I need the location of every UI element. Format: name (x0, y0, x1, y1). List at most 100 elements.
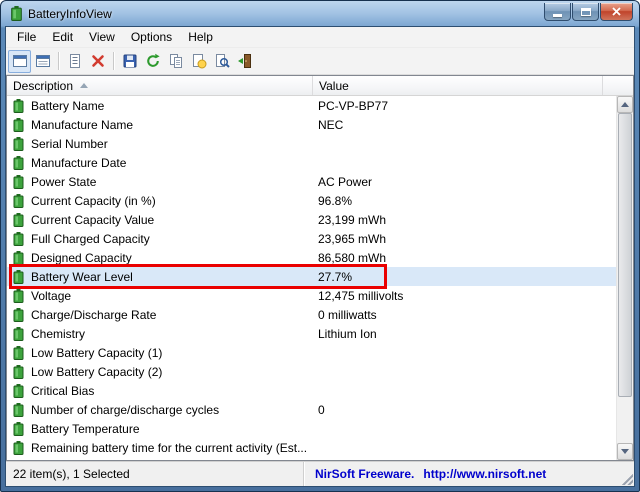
show-battery-log-button[interactable] (31, 50, 54, 73)
row-description-cell: Power State (7, 175, 313, 189)
table-row[interactable]: Low Battery Capacity (2) (7, 362, 616, 381)
row-description-cell: Manufacture Date (7, 156, 313, 170)
refresh-button[interactable] (141, 50, 164, 73)
show-battery-info-button[interactable] (8, 50, 31, 73)
status-bar: 22 item(s), 1 Selected NirSoft Freeware.… (6, 461, 634, 486)
table-row[interactable]: Battery Wear Level 27.7% (7, 267, 616, 286)
html-report-button[interactable] (187, 50, 210, 73)
battery-item-icon (13, 213, 24, 227)
table-row[interactable]: Designed Capacity 86,580 mWh (7, 248, 616, 267)
battery-item-icon (13, 346, 24, 360)
row-description-cell: Manufacture Name (7, 118, 313, 132)
battery-item-icon (13, 156, 24, 170)
battery-item-icon (13, 270, 24, 284)
properties-button[interactable] (63, 50, 86, 73)
row-value: 27.7% (313, 270, 616, 284)
battery-item-icon (13, 99, 24, 113)
row-description-cell: Low Battery Capacity (1) (7, 346, 313, 360)
row-value: NEC (313, 118, 616, 132)
scrollbar-thumb[interactable] (618, 113, 632, 397)
delete-button[interactable] (86, 50, 109, 73)
status-right-pane: NirSoft Freeware. http://www.nirsoft.net (304, 462, 634, 486)
sort-ascending-icon (80, 83, 88, 88)
row-value: 23,965 mWh (313, 232, 616, 246)
scrollbar-track[interactable] (617, 113, 633, 443)
row-value: 96.8% (313, 194, 616, 208)
battery-item-icon (13, 232, 24, 246)
column-header-description-label: Description (13, 79, 73, 93)
row-description: Current Capacity Value (31, 213, 154, 227)
scroll-up-button[interactable] (617, 96, 633, 113)
battery-item-icon (13, 118, 24, 132)
row-description: Low Battery Capacity (2) (31, 365, 162, 379)
row-description: Voltage (31, 289, 71, 303)
menu-bar: File Edit View Options Help (6, 27, 634, 48)
refresh-icon (145, 53, 161, 69)
menu-help[interactable]: Help (180, 28, 221, 46)
copy-icon (168, 53, 184, 69)
menu-options[interactable]: Options (123, 28, 180, 46)
row-description: Critical Bias (31, 384, 94, 398)
column-header-description[interactable]: Description (7, 76, 313, 95)
html-report-icon (191, 53, 207, 69)
nirsoft-website-link[interactable]: http://www.nirsoft.net (423, 467, 546, 481)
menu-file[interactable]: File (9, 28, 44, 46)
row-description: Designed Capacity (31, 251, 132, 265)
row-value: PC-VP-BP77 (313, 99, 616, 113)
scroll-down-button[interactable] (617, 443, 633, 460)
table-row[interactable]: Manufacture Date (7, 153, 616, 172)
row-description-cell: Battery Wear Level (7, 270, 313, 284)
menu-edit[interactable]: Edit (44, 28, 81, 46)
row-description: Low Battery Capacity (1) (31, 346, 162, 360)
battery-item-icon (13, 308, 24, 322)
row-description: Power State (31, 175, 96, 189)
table-row[interactable]: Chemistry Lithium Ion (7, 324, 616, 343)
table-row[interactable]: Battery Name PC-VP-BP77 (7, 96, 616, 115)
table-row[interactable]: Low Battery Capacity (1) (7, 343, 616, 362)
row-description: Battery Wear Level (31, 270, 133, 284)
table-row[interactable]: Number of charge/discharge cycles 0 (7, 400, 616, 419)
toolbar-separator (113, 52, 114, 70)
row-description-cell: Full Charged Capacity (7, 232, 313, 246)
close-button[interactable] (600, 3, 633, 21)
delete-icon (90, 53, 106, 69)
copy-button[interactable] (164, 50, 187, 73)
window-client-area: File Edit View Options Help (5, 26, 635, 487)
vertical-scrollbar[interactable] (616, 96, 633, 460)
table-row[interactable]: Voltage 12,475 millivolts (7, 286, 616, 305)
row-description-cell: Designed Capacity (7, 251, 313, 265)
table-row[interactable]: Charge/Discharge Rate 0 milliwatts (7, 305, 616, 324)
table-row[interactable]: Battery Temperature (7, 419, 616, 438)
battery-item-icon (13, 289, 24, 303)
table-row[interactable]: Serial Number (7, 134, 616, 153)
battery-item-icon (13, 194, 24, 208)
table-row[interactable]: Critical Bias (7, 381, 616, 400)
save-button[interactable] (118, 50, 141, 73)
table-row[interactable]: Current Capacity (in %) 96.8% (7, 191, 616, 210)
row-description: Remaining battery time for the current a… (31, 441, 307, 455)
row-description-cell: Serial Number (7, 137, 313, 151)
battery-item-icon (13, 251, 24, 265)
scroll-down-icon (621, 449, 629, 454)
table-row[interactable]: Manufacture Name NEC (7, 115, 616, 134)
row-value: 12,475 millivolts (313, 289, 616, 303)
maximize-button[interactable] (572, 3, 599, 21)
find-button[interactable] (210, 50, 233, 73)
minimize-button[interactable] (544, 3, 571, 21)
exit-button[interactable] (233, 50, 256, 73)
menu-view[interactable]: View (81, 28, 123, 46)
table-row[interactable]: Power State AC Power (7, 172, 616, 191)
column-header-value[interactable]: Value (313, 76, 603, 95)
exit-icon (237, 53, 253, 69)
table-row[interactable]: Full Charged Capacity 23,965 mWh (7, 229, 616, 248)
title-bar[interactable]: BatteryInfoView (5, 1, 635, 26)
list-body: Battery Name PC-VP-BP77 Manufacture Name… (7, 96, 616, 460)
row-description-cell: Remaining battery time for the current a… (7, 441, 313, 455)
table-row[interactable]: Current Capacity Value 23,199 mWh (7, 210, 616, 229)
close-icon (612, 7, 621, 16)
battery-info-list: Description Value Battery Name PC-VP-BP7… (6, 75, 634, 461)
battery-item-icon (13, 403, 24, 417)
row-description: Full Charged Capacity (31, 232, 150, 246)
table-row[interactable]: Remaining battery time for the current a… (7, 438, 616, 457)
battery-item-icon (13, 422, 24, 436)
